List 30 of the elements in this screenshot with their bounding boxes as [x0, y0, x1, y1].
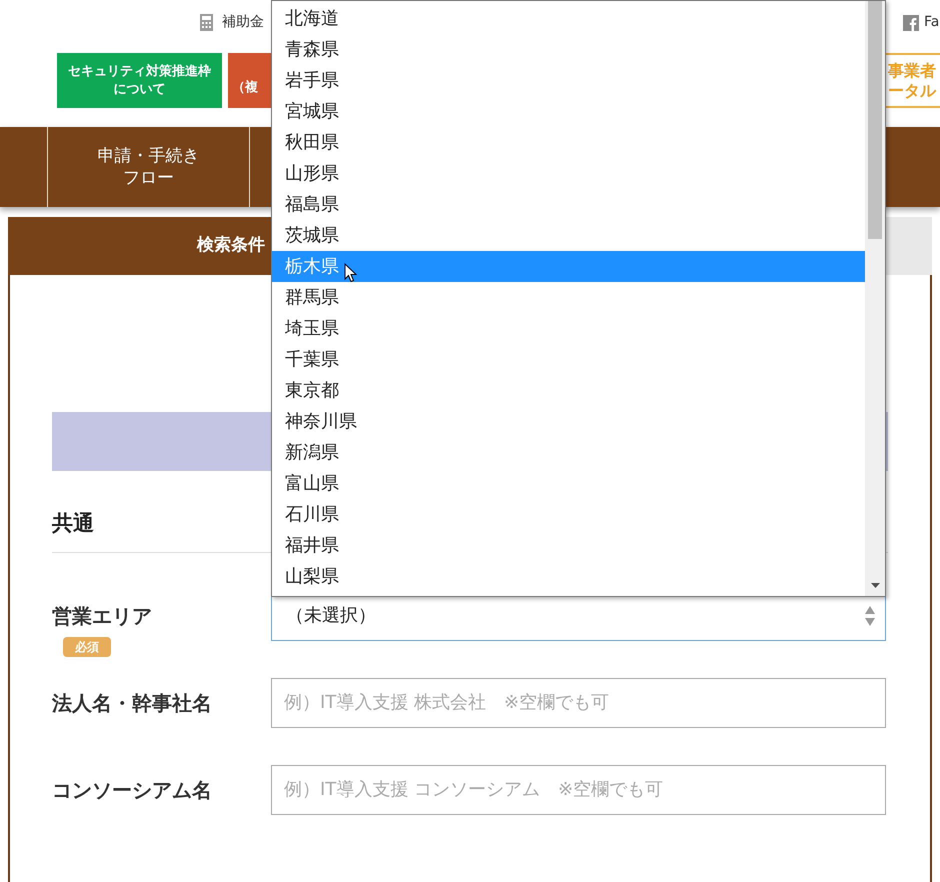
dropdown-option[interactable]: 北海道 — [272, 3, 865, 34]
dropdown-option[interactable]: 秋田県 — [272, 127, 865, 158]
dropdown-option[interactable]: 千葉県 — [272, 344, 865, 375]
input-field[interactable]: 例）IT導入支援 コンソーシアム ※空欄でも可 — [271, 764, 886, 814]
dropdown-option[interactable]: 東京都 — [272, 375, 865, 406]
field-label: 法人名・幹事社名 — [52, 690, 212, 716]
cursor-icon — [344, 262, 358, 282]
field-label: コンソーシアム名 — [52, 776, 212, 804]
dropdown-option[interactable]: 山梨県 — [272, 561, 865, 592]
dropdown-option[interactable]: 富山県 — [272, 468, 865, 499]
nav-item[interactable]: 申請・手続きフロー — [94, 145, 204, 189]
dropdown-option[interactable]: 群馬県 — [272, 282, 865, 313]
section-heading: 共通 — [52, 511, 94, 535]
facebook-icon — [903, 14, 919, 30]
dropdown-option[interactable]: 神奈川県 — [272, 406, 865, 437]
sort-arrows-icon — [865, 604, 875, 626]
field-label: 営業エリア — [52, 602, 152, 630]
required-badge: 必須 — [63, 636, 111, 656]
dropdown-option[interactable]: 石川県 — [272, 499, 865, 530]
dropdown-option[interactable]: 福井県 — [272, 530, 865, 561]
dropdown-option[interactable]: 山形県 — [272, 158, 865, 189]
input-field[interactable]: 例）IT導入支援 株式会社 ※空欄でも可 — [271, 678, 886, 728]
down-arrow-icon[interactable] — [870, 583, 880, 588]
scrollbar[interactable] — [865, 1, 885, 596]
social-link[interactable]: Fa — [924, 12, 940, 33]
dropdown-option[interactable]: 福島県 — [272, 189, 865, 220]
dropdown-option[interactable]: 新潟県 — [272, 437, 865, 468]
calculator-icon — [200, 14, 213, 31]
dropdown-option[interactable]: 埼玉県 — [272, 313, 865, 344]
top-link[interactable]: 補助金 — [222, 12, 264, 33]
